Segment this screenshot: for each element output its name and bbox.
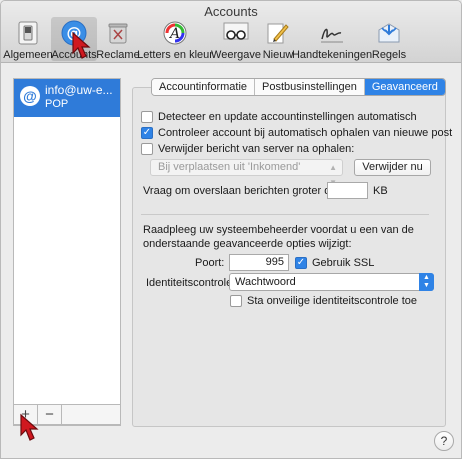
signature-icon [318,19,346,47]
toolbar-item-nieuw[interactable]: Nieuw [261,17,295,61]
toolbar-item-handtekeningen[interactable]: Handtekeningen [291,17,373,61]
ssl-option[interactable]: ✓ Gebruik SSL [295,257,374,269]
preferences-toolbar: Algemeen @ Accounts Reclame A Letters en… [3,17,409,61]
skip-size-row: Vraag om overslaan berichten groter dan [143,185,343,197]
account-type: POP [45,98,69,110]
insecure-checkbox[interactable] [230,295,242,307]
admin-note-2: onderstaande geavanceerde opties wijzigt… [143,238,352,250]
detect-checkbox[interactable] [141,111,153,123]
accounts-list[interactable]: @ info@uw-e... POP [13,78,121,426]
accounts-window: Accounts Algemeen @ Accounts Reclame A L… [0,0,462,459]
auth-label: Identiteitscontrole: [146,277,236,289]
admin-note-text-1: Raadpleeg uw systeembeheerder voordat u … [143,224,414,236]
toolbar-label: Reclame [96,49,140,61]
auth-select[interactable]: Wachtwoord ▲ ▼ [229,273,434,291]
ssl-label: Gebruik SSL [312,257,375,269]
pointer-cursor-icon [72,31,91,59]
rules-icon [375,19,403,47]
skip-unit-label: KB [373,185,388,197]
include-option[interactable]: ✓ Controleer account bij automatisch oph… [141,127,452,139]
remove-label: Verwijder bericht van server na ophalen: [158,143,355,155]
remove-now-button[interactable]: Verwijder nu [354,159,431,176]
port-label: Poort: [195,257,225,269]
switch-icon [14,19,42,47]
include-checkbox[interactable]: ✓ [141,127,153,139]
toolbar-item-reclame[interactable]: Reclame [96,17,140,61]
detect-option[interactable]: Detecteer en update accountinstellingen … [141,111,417,123]
toolbar-item-weergave[interactable]: Weergave [211,17,261,61]
help-button[interactable]: ? [434,431,454,451]
skip-label: Vraag om overslaan berichten groter dan [143,185,343,197]
port-input[interactable]: 995 [229,254,289,271]
toolbar-label: Regels [371,49,407,61]
toolbar-label: Weergave [211,49,261,61]
toolbar-label: Algemeen [3,49,53,61]
font-icon: A [161,19,189,47]
skip-unit: KB [373,185,388,197]
insecure-option[interactable]: Sta onveilige identiteitscontrole toe [230,295,417,307]
account-name: info@uw-e... [45,83,113,97]
remove-timing-value: Bij verplaatsen uit 'Inkomend' [158,161,301,173]
trash-icon [104,19,132,47]
tab-geavanceerd[interactable]: Geavanceerd [364,79,445,95]
at-icon: @ [20,86,40,106]
glasses-icon [222,19,250,47]
toolbar-item-regels[interactable]: Regels [369,17,409,61]
tab-postbusinstellingen[interactable]: Postbusinstellingen [255,79,365,95]
remove-option[interactable]: Verwijder bericht van server na ophalen: [141,143,354,155]
detect-label: Detecteer en update accountinstellingen … [158,111,417,123]
port-label-row: Poort: [195,257,224,269]
admin-note-text-2: onderstaande geavanceerde opties wijzigt… [143,238,352,250]
tab-accountinformatie[interactable]: Accountinformatie [152,79,256,95]
skip-size-input[interactable] [327,182,368,199]
admin-note-1: Raadpleeg uw systeembeheerder voordat u … [143,224,414,236]
toolbar-item-letters-en-kleur[interactable]: A Letters en kleur [137,17,213,61]
auth-value: Wachtwoord [235,276,296,288]
divider [141,214,429,215]
remove-checkbox[interactable] [141,143,153,155]
svg-text:A: A [168,26,180,42]
insecure-label: Sta onveilige identiteitscontrole toe [247,295,417,307]
account-item-selected[interactable]: @ info@uw-e... POP [14,79,120,117]
toolbar-label: Letters en kleur [137,49,213,61]
title-bar: Accounts Algemeen @ Accounts Reclame A L… [1,1,461,63]
chevron-updown-icon: ▲▼ [419,273,434,291]
include-label: Controleer account bij automatisch ophal… [158,127,453,139]
ssl-checkbox[interactable]: ✓ [295,257,307,269]
toolbar-item-algemeen[interactable]: Algemeen [3,17,53,61]
toolbar-label: Handtekeningen [291,49,373,61]
auth-label-row: Identiteitscontrole: [146,277,235,289]
pointer-cursor-icon [20,413,39,441]
tab-bar: Accountinformatie Postbusinstellingen Ge… [151,78,446,96]
remove-timing-select[interactable]: Bij verplaatsen uit 'Inkomend' ▲▼ [150,159,343,187]
toolbar-label: Nieuw [262,49,294,61]
pencil-icon [264,19,292,47]
